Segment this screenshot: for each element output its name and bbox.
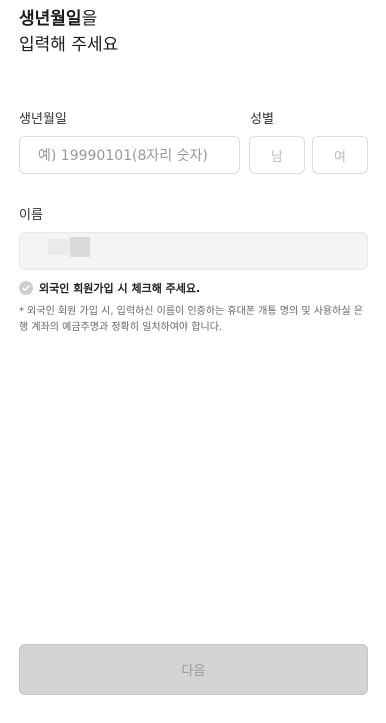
redacted-name-block bbox=[70, 237, 90, 257]
foreigner-checkbox-label: 외국인 회원가입 시 체크해 주세요. bbox=[39, 282, 201, 295]
page-title-emphasis: 생년월일 bbox=[19, 9, 82, 29]
page-title-line2: 입력해 주세요 bbox=[19, 35, 119, 55]
gender-label: 성별 bbox=[250, 112, 274, 127]
foreigner-notice: * 외국인 회원 가입 시, 입력하신 이름이 인증하는 휴대폰 개통 명의 및… bbox=[19, 306, 363, 333]
redacted-name-block bbox=[48, 239, 70, 255]
name-label: 이름 bbox=[19, 208, 43, 223]
page-title: 생년월일을 입력해 주세요 bbox=[19, 6, 118, 58]
gender-female-button[interactable]: 여 bbox=[312, 136, 368, 174]
check-circle-icon[interactable] bbox=[19, 281, 33, 295]
name-input[interactable] bbox=[19, 232, 368, 270]
next-button[interactable]: 다음 bbox=[19, 644, 368, 695]
foreigner-checkbox[interactable]: 외국인 회원가입 시 체크해 주세요. bbox=[19, 280, 200, 296]
page-title-line1: 생년월일을 bbox=[19, 6, 118, 32]
gender-male-button[interactable]: 남 bbox=[249, 136, 305, 174]
birth-label: 생년월일 bbox=[19, 112, 67, 127]
page-title-particle: 을 bbox=[81, 9, 98, 29]
birth-date-input[interactable]: 예) 19990101(8자리 숫자) bbox=[19, 136, 240, 174]
